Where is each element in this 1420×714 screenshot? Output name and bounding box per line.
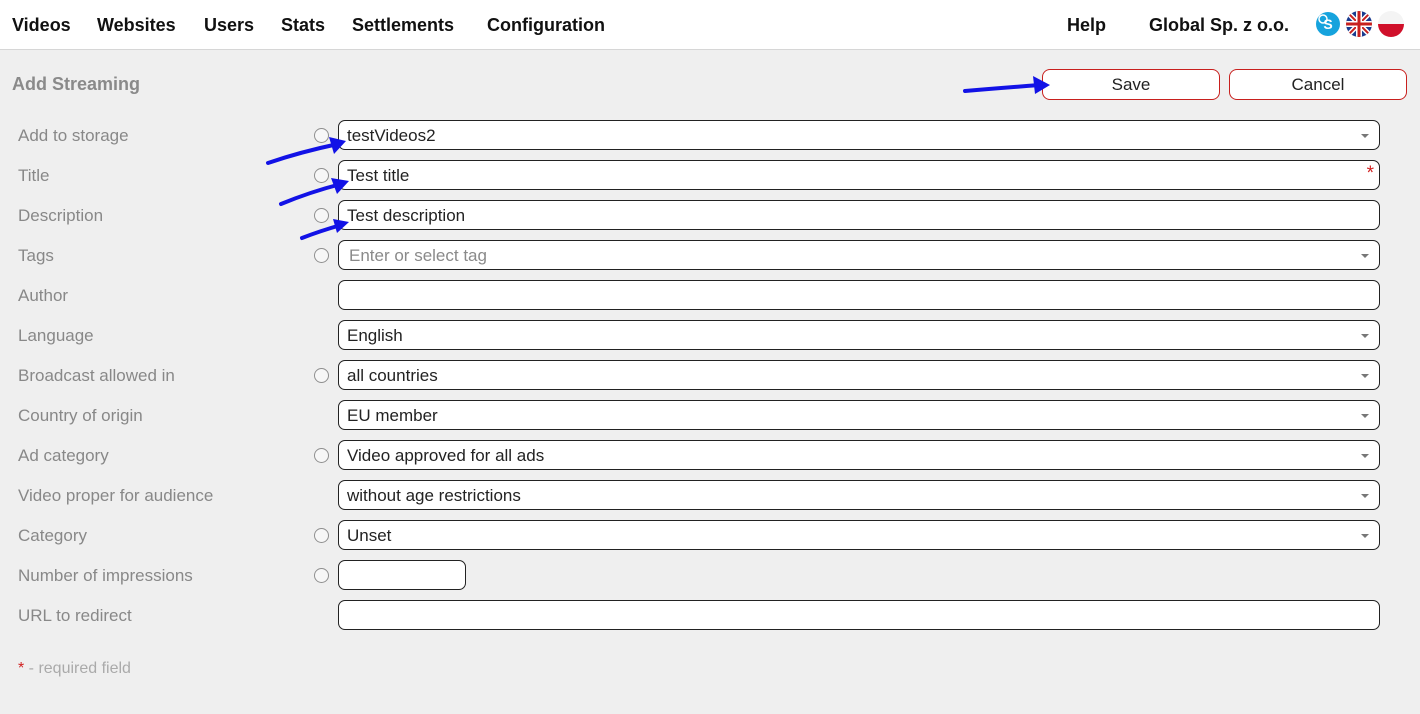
language-label: Language — [18, 326, 94, 345]
ad-category-select[interactable]: Video approved for all ads — [338, 440, 1380, 470]
country-value: EU member — [347, 406, 438, 425]
arrow-to-title — [279, 182, 343, 206]
cancel-button[interactable]: Cancel — [1229, 69, 1407, 100]
title-input[interactable]: Test title * — [338, 160, 1380, 190]
add-to-storage-label: Add to storage — [18, 126, 129, 145]
required-note-text: - required field — [24, 660, 131, 677]
arrow-to-save — [963, 83, 1042, 93]
svg-text:S: S — [1323, 16, 1332, 32]
country-label: Country of origin — [18, 406, 143, 425]
language-select[interactable]: English — [338, 320, 1380, 350]
required-field-note: * - required field — [18, 660, 131, 678]
dropdown-caret-icon — [1361, 494, 1369, 498]
add-to-storage-value: testVideos2 — [347, 126, 436, 145]
author-label: Author — [18, 286, 69, 305]
nav-configuration[interactable]: Configuration — [487, 15, 605, 36]
dropdown-caret-icon — [1361, 374, 1369, 378]
description-label: Description — [18, 206, 104, 225]
page-title: Add Streaming — [12, 74, 141, 94]
tags-label: Tags — [18, 246, 54, 265]
country-select[interactable]: EU member — [338, 400, 1380, 430]
nav-help[interactable]: Help — [1067, 15, 1106, 36]
ad-category-value: Video approved for all ads — [347, 446, 545, 465]
dropdown-caret-icon — [1361, 254, 1369, 258]
required-marker: * — [1366, 163, 1374, 184]
broadcast-value: all countries — [347, 366, 438, 385]
info-icon[interactable] — [314, 568, 329, 583]
dropdown-caret-icon — [1361, 414, 1369, 418]
url-label: URL to redirect — [18, 606, 132, 625]
dropdown-caret-icon — [1361, 534, 1369, 538]
nav-settlements[interactable]: Settlements — [352, 15, 454, 36]
dropdown-caret-icon — [1361, 334, 1369, 338]
url-input[interactable] — [338, 600, 1380, 630]
category-value: Unset — [347, 526, 392, 545]
nav-users[interactable]: Users — [204, 15, 254, 36]
impressions-label: Number of impressions — [18, 566, 193, 585]
audience-label: Video proper for audience — [18, 486, 214, 505]
audience-value: without age restrictions — [347, 486, 521, 505]
uk-flag-icon[interactable] — [1346, 11, 1372, 37]
description-value: Test description — [347, 206, 466, 225]
audience-select[interactable]: without age restrictions — [338, 480, 1380, 510]
dropdown-caret-icon — [1361, 454, 1369, 458]
info-icon[interactable] — [314, 448, 329, 463]
arrow-to-description — [300, 223, 343, 240]
language-value: English — [347, 326, 403, 345]
info-icon[interactable] — [314, 528, 329, 543]
nav-stats[interactable]: Stats — [281, 15, 325, 36]
author-input[interactable] — [338, 280, 1380, 310]
broadcast-label: Broadcast allowed in — [18, 366, 175, 385]
top-navigation-bar: Videos Websites Users Stats Settlements … — [0, 0, 1420, 50]
company-name[interactable]: Global Sp. z o.o. — [1149, 15, 1289, 36]
tags-placeholder: Enter or select tag — [349, 246, 487, 265]
info-icon[interactable] — [314, 208, 329, 223]
broadcast-select[interactable]: all countries — [338, 360, 1380, 390]
tags-select[interactable]: Enter or select tag — [338, 240, 1380, 270]
skype-icon[interactable]: S — [1315, 11, 1341, 37]
save-button[interactable]: Save — [1042, 69, 1220, 100]
info-icon[interactable] — [314, 168, 329, 183]
description-input[interactable]: Test description — [338, 200, 1380, 230]
title-label: Title — [18, 166, 50, 185]
impressions-input[interactable] — [338, 560, 466, 590]
category-label: Category — [18, 526, 87, 545]
ad-category-label: Ad category — [18, 446, 109, 465]
nav-websites[interactable]: Websites — [97, 15, 176, 36]
info-icon[interactable] — [314, 248, 329, 263]
arrow-to-storage — [266, 142, 340, 165]
category-select[interactable]: Unset — [338, 520, 1380, 550]
info-icon[interactable] — [314, 128, 329, 143]
dropdown-caret-icon — [1361, 134, 1369, 138]
add-to-storage-select[interactable]: testVideos2 — [338, 120, 1380, 150]
title-value: Test title — [347, 166, 410, 185]
nav-videos[interactable]: Videos — [12, 15, 71, 36]
info-icon[interactable] — [314, 368, 329, 383]
pl-flag-icon[interactable] — [1378, 11, 1404, 37]
